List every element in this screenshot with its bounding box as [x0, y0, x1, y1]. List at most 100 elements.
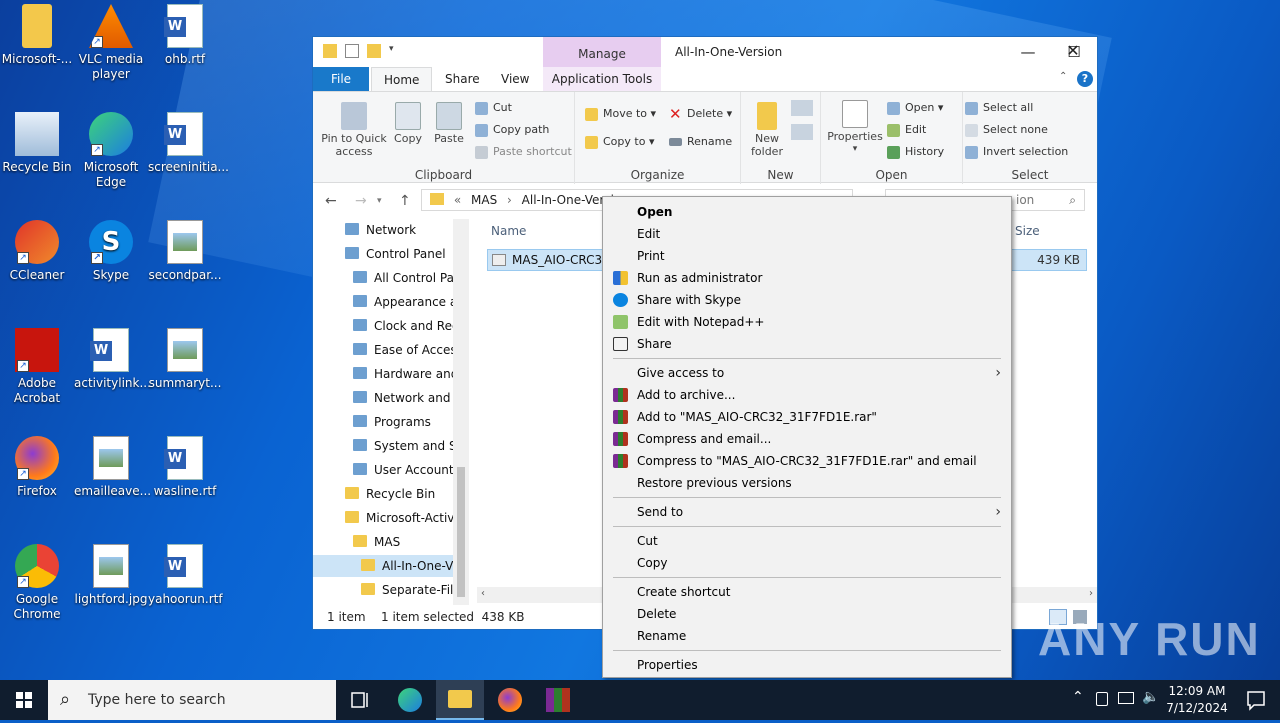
rename-button[interactable]: Rename	[669, 132, 732, 152]
pin-to-quick-access-button[interactable]: Pin to Quick access	[319, 102, 389, 158]
breadcrumb-mas[interactable]: MAS	[471, 193, 497, 207]
forward-arrow-icon[interactable]: →	[355, 193, 367, 209]
address-overflow[interactable]: «	[454, 193, 461, 207]
device-icon[interactable]	[1096, 692, 1108, 706]
copy-to-button[interactable]: Copy to ▾	[585, 132, 654, 152]
desktop-icon[interactable]: Recycle Bin	[0, 112, 74, 175]
tab-application-tools[interactable]: Application Tools	[543, 67, 661, 91]
column-header-size[interactable]: Size	[1015, 224, 1040, 238]
context-menu-item[interactable]: Edit	[603, 223, 1011, 245]
context-menu-item[interactable]: Compress and email...	[603, 428, 1011, 450]
taskbar-file-explorer[interactable]	[436, 680, 484, 720]
chevron-down-icon[interactable]: ▾	[389, 44, 397, 58]
up-arrow-icon[interactable]: ↑	[399, 193, 411, 209]
desktop-icon[interactable]: S ↗ Skype	[74, 220, 148, 283]
nav-item[interactable]: Ease of Access	[313, 339, 463, 361]
nav-item[interactable]: Appearance an	[313, 291, 465, 313]
context-menu-item[interactable]: Add to archive...	[603, 384, 1011, 406]
edit-button[interactable]: Edit	[887, 120, 926, 140]
desktop-icon[interactable]: Wohb.rtf	[148, 4, 222, 67]
properties-button[interactable]: Properties ▾	[827, 100, 883, 156]
column-header-name[interactable]: Name	[491, 224, 526, 238]
nav-item[interactable]: Control Panel	[313, 243, 453, 265]
tab-home[interactable]: Home	[371, 67, 433, 91]
title-bar[interactable]: ▾ Manage All-In-One-Version — ☐	[313, 37, 1097, 67]
nav-item[interactable]: Separate-File:	[313, 579, 465, 601]
context-menu-item[interactable]: Print	[603, 245, 1011, 267]
nav-item[interactable]: Microsoft-Activa	[313, 507, 462, 529]
new-folder-button[interactable]: New folder	[745, 102, 789, 158]
help-icon[interactable]: ?	[1077, 71, 1093, 87]
nav-item[interactable]: System and Se	[313, 435, 464, 457]
context-menu-item[interactable]: Run as administrator	[603, 267, 1011, 289]
desktop-icon[interactable]: ↗ VLC media player	[74, 4, 148, 82]
tab-share[interactable]: Share	[433, 67, 492, 91]
paste-shortcut-button[interactable]: Paste shortcut	[475, 142, 572, 162]
nav-item[interactable]: Network and Ir	[313, 387, 463, 409]
tab-file[interactable]: File	[313, 67, 369, 91]
clock[interactable]: 12:09 AM 7/12/2024	[1162, 683, 1232, 717]
context-menu-item[interactable]: Open	[603, 201, 1011, 223]
nav-item[interactable]: Clock and Regi	[313, 315, 463, 337]
taskbar-firefox[interactable]	[486, 680, 534, 720]
context-menu-item[interactable]: Compress to "MAS_AIO-CRC32_31F7FD1E.rar"…	[603, 450, 1011, 472]
nav-item[interactable]: Network	[313, 219, 453, 241]
delete-button[interactable]: ✕ Delete ▾	[669, 104, 732, 124]
new-folder-icon[interactable]	[367, 44, 381, 58]
taskbar-winrar[interactable]	[534, 680, 582, 720]
desktop-icon[interactable]: Wyahoorun.rtf	[148, 544, 223, 607]
volume-icon[interactable]: 🔈	[1142, 689, 1159, 705]
select-none-button[interactable]: Select none	[965, 120, 1048, 140]
new-item-icon[interactable]	[791, 100, 813, 116]
desktop-icon[interactable]: Wscreeninitia...	[148, 112, 229, 175]
desktop-icon[interactable]: secondpar...	[148, 220, 222, 283]
context-menu-item[interactable]: Send to ›	[603, 501, 1011, 523]
nav-item[interactable]: Recycle Bin	[313, 483, 453, 505]
scroll-right-icon[interactable]: ›	[1089, 588, 1093, 599]
show-hidden-icons-icon[interactable]: ⌃	[1072, 689, 1084, 705]
desktop-icon[interactable]: Microsoft-...	[0, 4, 74, 67]
task-view-button[interactable]	[336, 680, 384, 720]
desktop-icon[interactable]: ↗ Adobe Acrobat	[0, 328, 74, 406]
history-button[interactable]: History	[887, 142, 944, 162]
taskbar-search-box[interactable]: ⌕ Type here to search	[48, 680, 336, 720]
context-menu-item[interactable]: Copy	[603, 552, 1011, 574]
context-menu-item[interactable]: Create shortcut	[603, 581, 1011, 603]
minimize-button[interactable]: —	[1005, 37, 1051, 67]
desktop-icon[interactable]: summaryt...	[148, 328, 222, 391]
context-menu-item[interactable]: Edit with Notepad++	[603, 311, 1011, 333]
cut-button[interactable]: Cut	[475, 98, 512, 118]
nav-item[interactable]: All Control Par	[313, 267, 459, 289]
nav-scrollbar-thumb[interactable]	[457, 467, 465, 597]
desktop-icon[interactable]: lightford.jpg	[74, 544, 148, 607]
nav-item[interactable]: MAS	[313, 531, 453, 553]
notifications-button[interactable]	[1232, 680, 1280, 720]
context-menu-item[interactable]: Share	[603, 333, 1011, 355]
desktop-icon[interactable]: ↗ Microsoft Edge	[74, 112, 148, 190]
start-button[interactable]	[0, 680, 48, 720]
copy-button[interactable]: Copy	[391, 102, 425, 145]
nav-item[interactable]: User Accounts	[313, 459, 460, 481]
context-menu-item[interactable]: Properties	[603, 654, 1011, 676]
context-menu-item[interactable]: Restore previous versions	[603, 472, 1011, 494]
network-icon[interactable]	[1118, 692, 1134, 704]
open-button[interactable]: Open ▾	[887, 98, 943, 118]
move-to-button[interactable]: Move to ▾	[585, 104, 656, 124]
back-arrow-icon[interactable]: ←	[325, 193, 337, 209]
desktop-icon[interactable]: Wwasline.rtf	[148, 436, 222, 499]
easy-access-icon[interactable]	[791, 124, 813, 140]
context-menu-item[interactable]: Give access to ›	[603, 362, 1011, 384]
nav-item[interactable]: Programs	[313, 411, 453, 433]
context-menu-item[interactable]: Rename	[603, 625, 1011, 647]
select-all-button[interactable]: Select all	[965, 98, 1033, 118]
desktop-icon[interactable]: Wactivitylink...	[74, 328, 151, 391]
copy-path-button[interactable]: Copy path	[475, 120, 549, 140]
invert-selection-button[interactable]: Invert selection	[965, 142, 1068, 162]
desktop-icon[interactable]: ↗ Firefox	[0, 436, 74, 499]
desktop-icon[interactable]: ↗ Google Chrome	[0, 544, 74, 622]
scroll-left-icon[interactable]: ‹	[481, 588, 485, 599]
tab-view[interactable]: View	[489, 67, 541, 91]
context-menu-item[interactable]: Add to "MAS_AIO-CRC32_31F7FD1E.rar"	[603, 406, 1011, 428]
collapse-ribbon-icon[interactable]: ⌃	[1059, 71, 1067, 82]
manage-contextual-tab[interactable]: Manage	[543, 37, 661, 67]
